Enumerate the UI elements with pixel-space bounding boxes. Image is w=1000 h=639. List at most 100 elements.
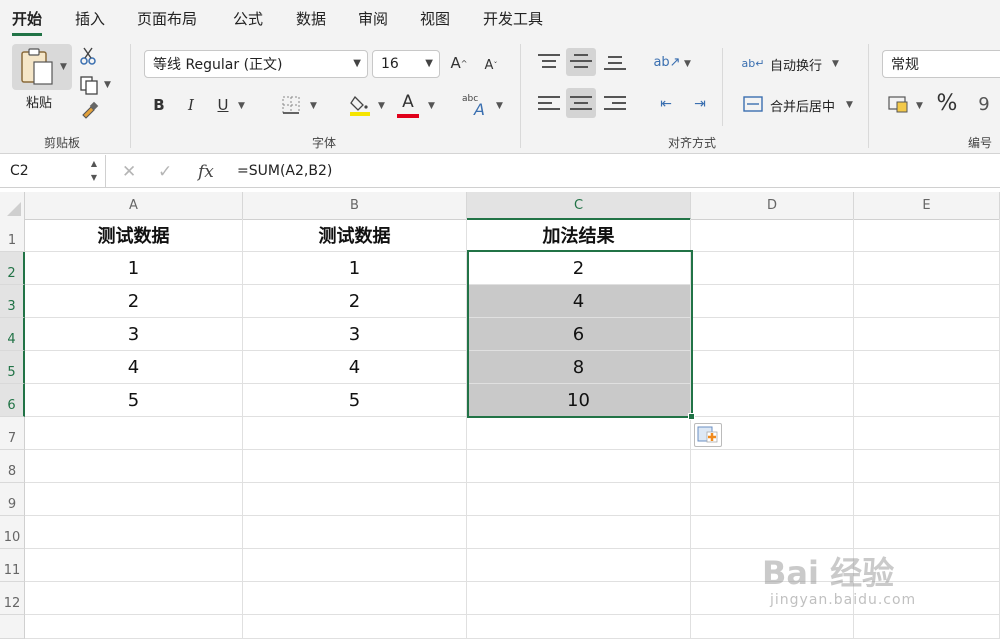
align-left-icon[interactable] <box>538 96 560 112</box>
row-header[interactable]: 1 <box>0 219 25 252</box>
cell-empty[interactable] <box>854 450 1000 483</box>
cell-empty[interactable] <box>25 417 243 450</box>
cell-empty[interactable] <box>25 549 243 582</box>
underline-button[interactable]: U <box>212 94 234 116</box>
row-header[interactable]: 10 <box>0 516 25 549</box>
cell-empty[interactable] <box>25 450 243 483</box>
cell-a2[interactable]: 1 <box>25 252 243 285</box>
fill-handle[interactable] <box>688 413 695 420</box>
increase-font-size-button[interactable]: A ^ <box>448 52 470 74</box>
cell-c5[interactable]: 8 <box>467 351 691 384</box>
cell-a1[interactable]: 测试数据 <box>25 219 243 252</box>
cell-empty[interactable] <box>467 450 691 483</box>
cell-a4[interactable]: 3 <box>25 318 243 351</box>
number-format-select[interactable]: 常规 <box>882 50 1000 78</box>
cell-empty[interactable] <box>243 417 467 450</box>
borders-button[interactable] <box>280 94 302 116</box>
format-painter-icon[interactable] <box>78 100 100 122</box>
decrease-indent-icon[interactable]: ⇤ <box>654 92 678 116</box>
cell-c4[interactable]: 6 <box>467 318 691 351</box>
cell-empty[interactable] <box>243 582 467 615</box>
tab-formulas[interactable]: 公式 <box>233 8 263 32</box>
cell-c1[interactable]: 加法结果 <box>467 219 691 252</box>
cell-empty[interactable] <box>467 417 691 450</box>
column-header-d[interactable]: D <box>691 192 854 220</box>
cell-e4[interactable] <box>854 318 1000 351</box>
column-header-a[interactable]: A <box>25 192 243 220</box>
cell-e3[interactable] <box>854 285 1000 318</box>
cell-empty[interactable] <box>25 516 243 549</box>
align-bottom-icon[interactable] <box>604 56 626 72</box>
cell-d3[interactable] <box>691 285 854 318</box>
cell-d1[interactable] <box>691 219 854 252</box>
cell-e2[interactable] <box>854 252 1000 285</box>
align-right-icon[interactable] <box>604 96 626 112</box>
tab-data[interactable]: 数据 <box>296 8 326 32</box>
cell-empty[interactable] <box>467 615 691 639</box>
paste-button[interactable]: ▼ <box>12 44 72 90</box>
cell-empty[interactable] <box>25 483 243 516</box>
cell-empty[interactable] <box>243 516 467 549</box>
cell-d5[interactable] <box>691 351 854 384</box>
cell-empty[interactable] <box>243 615 467 639</box>
name-box[interactable]: C2 ▲ ▼ <box>0 155 106 188</box>
cell-a5[interactable]: 4 <box>25 351 243 384</box>
cell-c6[interactable]: 10 <box>467 384 691 417</box>
font-color-button[interactable]: A <box>396 92 420 118</box>
cell-b3[interactable]: 2 <box>243 285 467 318</box>
cell-b2[interactable]: 1 <box>243 252 467 285</box>
row-header[interactable]: 9 <box>0 483 25 516</box>
orientation-icon[interactable]: ab↗ <box>653 50 680 74</box>
cell-c2[interactable]: 2 <box>467 252 691 285</box>
row-header[interactable]: 4 <box>0 318 25 351</box>
tab-insert[interactable]: 插入 <box>75 8 105 32</box>
accounting-format-icon[interactable] <box>886 92 912 116</box>
cell-d4[interactable] <box>691 318 854 351</box>
cell-a3[interactable]: 2 <box>25 285 243 318</box>
copy-icon[interactable]: ▼ <box>78 74 111 96</box>
decrease-font-size-button[interactable]: Aˇ <box>480 54 502 76</box>
row-header[interactable]: 11 <box>0 549 25 582</box>
row-header[interactable] <box>0 615 25 639</box>
cell-e6[interactable] <box>854 384 1000 417</box>
bold-button[interactable]: B <box>148 94 170 116</box>
row-header[interactable]: 6 <box>0 384 25 417</box>
cell-empty[interactable] <box>25 582 243 615</box>
merge-center-button[interactable]: 合并后居中 <box>770 96 835 115</box>
cell-empty[interactable] <box>467 582 691 615</box>
cell-empty[interactable] <box>25 615 243 639</box>
cell-empty[interactable] <box>467 516 691 549</box>
row-header[interactable]: 7 <box>0 417 25 450</box>
tab-view[interactable]: 视图 <box>420 8 450 32</box>
cell-empty[interactable] <box>467 549 691 582</box>
tab-home[interactable]: 开始 <box>12 8 43 36</box>
cell-e5[interactable] <box>854 351 1000 384</box>
tab-review[interactable]: 审阅 <box>358 8 388 32</box>
cell-empty[interactable] <box>854 516 1000 549</box>
cell-empty[interactable] <box>854 615 1000 639</box>
confirm-icon[interactable]: ✓ <box>158 162 172 182</box>
cell-c3[interactable]: 4 <box>467 285 691 318</box>
column-header-c[interactable]: C <box>467 192 691 220</box>
cell-d2[interactable] <box>691 252 854 285</box>
cut-icon[interactable] <box>78 46 98 66</box>
cell-e1[interactable] <box>854 219 1000 252</box>
row-header[interactable]: 3 <box>0 285 25 318</box>
align-center-button[interactable] <box>566 88 596 118</box>
cell-empty[interactable] <box>691 450 854 483</box>
formula-input[interactable]: =SUM(A2,B2) <box>237 163 332 179</box>
font-name-select[interactable]: 等线 Regular (正文) ▼ <box>144 50 368 78</box>
row-header[interactable]: 2 <box>0 252 25 285</box>
cell-empty[interactable] <box>243 483 467 516</box>
cell-b6[interactable]: 5 <box>243 384 467 417</box>
cell-b5[interactable]: 4 <box>243 351 467 384</box>
select-all-button[interactable] <box>0 192 25 220</box>
cell-d6[interactable] <box>691 384 854 417</box>
percent-style-button[interactable]: % <box>934 90 960 116</box>
column-header-e[interactable]: E <box>854 192 1000 220</box>
cell-empty[interactable] <box>691 483 854 516</box>
row-header[interactable]: 8 <box>0 450 25 483</box>
cell-b4[interactable]: 3 <box>243 318 467 351</box>
cell-empty[interactable] <box>467 483 691 516</box>
fill-color-button[interactable] <box>348 92 372 118</box>
